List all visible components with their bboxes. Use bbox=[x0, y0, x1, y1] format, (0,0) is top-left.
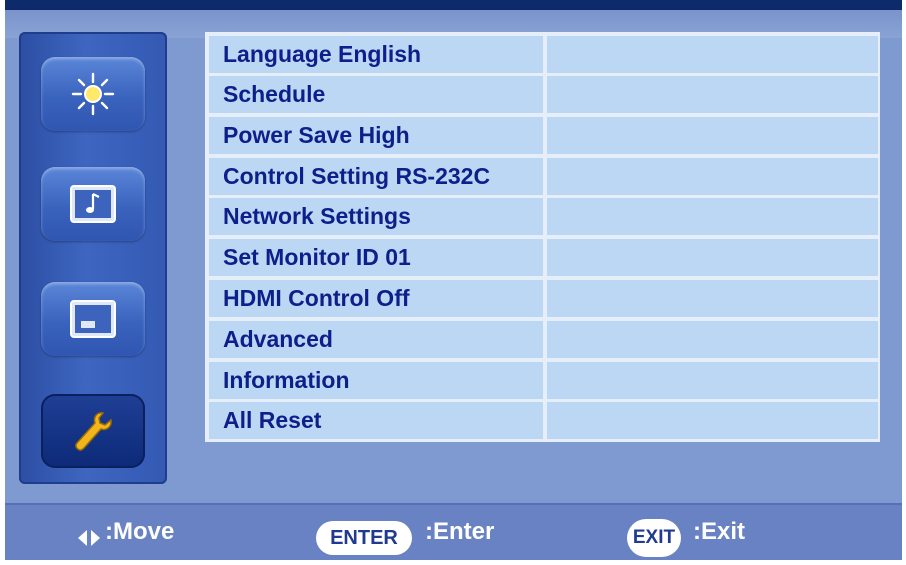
enter-hint: :Enter bbox=[425, 518, 495, 545]
osd-menu-window: Language English Schedule Power Save Hig… bbox=[5, 0, 902, 560]
menu-row-value bbox=[547, 76, 878, 113]
menu-row-value bbox=[547, 362, 878, 399]
left-right-arrow-icon bbox=[78, 530, 100, 546]
menu-row-control-setting[interactable]: Control Setting RS-232C bbox=[209, 158, 878, 195]
menu-row-hdmi-control[interactable]: HDMI Control Off bbox=[209, 280, 878, 317]
menu-row-information[interactable]: Information bbox=[209, 362, 878, 399]
music-note-icon bbox=[70, 185, 116, 223]
menu-row-language[interactable]: Language English bbox=[209, 36, 878, 73]
menu-row-label: Advanced bbox=[209, 321, 543, 358]
menu-row-label: Power Save High bbox=[209, 117, 543, 154]
menu-row-value bbox=[547, 239, 878, 276]
enter-key-button[interactable]: ENTER bbox=[316, 521, 412, 555]
move-hint: :Move bbox=[105, 518, 175, 545]
screen-icon bbox=[70, 300, 116, 338]
menu-row-schedule[interactable]: Schedule bbox=[209, 76, 878, 113]
category-screen-button[interactable] bbox=[41, 282, 145, 356]
settings-menu: Language English Schedule Power Save Hig… bbox=[205, 32, 880, 442]
footer-help-bar: :Move ENTER :Enter EXIT :Exit bbox=[5, 503, 902, 560]
menu-row-value bbox=[547, 36, 878, 73]
menu-row-value bbox=[547, 321, 878, 358]
category-picture-button[interactable] bbox=[41, 57, 145, 131]
exit-key-button[interactable]: EXIT bbox=[627, 519, 681, 557]
menu-row-power-save[interactable]: Power Save High bbox=[209, 117, 878, 154]
menu-row-label: Language English bbox=[209, 36, 543, 73]
exit-hint: :Exit bbox=[693, 518, 746, 545]
menu-row-label: Schedule bbox=[209, 76, 543, 113]
brightness-icon bbox=[71, 72, 115, 116]
wrench-icon bbox=[75, 412, 112, 451]
menu-row-value bbox=[547, 198, 878, 235]
menu-row-label: Control Setting RS-232C bbox=[209, 158, 543, 195]
menu-row-value bbox=[547, 158, 878, 195]
menu-row-network-settings[interactable]: Network Settings bbox=[209, 198, 878, 235]
top-border bbox=[5, 0, 902, 10]
menu-row-monitor-id[interactable]: Set Monitor ID 01 bbox=[209, 239, 878, 276]
category-setup-button[interactable] bbox=[41, 394, 145, 468]
menu-row-value bbox=[547, 402, 878, 439]
menu-row-label: Set Monitor ID 01 bbox=[209, 239, 543, 276]
menu-row-all-reset[interactable]: All Reset bbox=[209, 402, 878, 439]
menu-row-label: All Reset bbox=[209, 402, 543, 439]
menu-row-advanced[interactable]: Advanced bbox=[209, 321, 878, 358]
menu-row-value bbox=[547, 280, 878, 317]
menu-row-label: Network Settings bbox=[209, 198, 543, 235]
category-sound-button[interactable] bbox=[41, 167, 145, 241]
menu-row-label: HDMI Control Off bbox=[209, 280, 543, 317]
category-sidebar bbox=[19, 32, 167, 484]
menu-row-label: Information bbox=[209, 362, 543, 399]
menu-row-value bbox=[547, 117, 878, 154]
